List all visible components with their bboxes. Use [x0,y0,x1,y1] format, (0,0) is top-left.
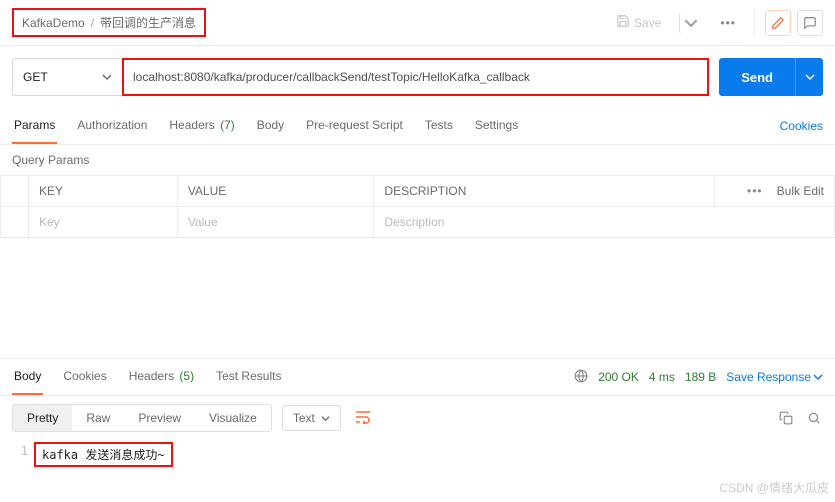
chevron-down-icon [321,414,330,423]
resp-tab-tests[interactable]: Test Results [214,359,283,395]
resp-tab-body[interactable]: Body [12,359,43,395]
tab-body[interactable]: Body [255,108,286,144]
search-icon [807,411,821,425]
th-key: KEY [29,176,178,207]
columns-options[interactable]: ••• [747,184,763,198]
wrap-icon [355,410,371,424]
url-input[interactable] [122,58,709,96]
query-params-title: Query Params [0,145,835,175]
network-icon[interactable] [574,369,588,386]
view-visualize[interactable]: Visualize [195,405,271,431]
tab-settings[interactable]: Settings [473,108,520,144]
tab-params[interactable]: Params [12,108,57,144]
chevron-down-icon [813,372,823,382]
chevron-down-icon [684,16,698,30]
status-code: 200 OK [598,370,639,384]
tab-headers[interactable]: Headers (7) [167,108,236,144]
save-dropdown[interactable] [679,12,702,34]
comment-icon [803,16,817,30]
response-size: 189 B [685,370,716,384]
chevron-down-icon [805,72,815,82]
pencil-icon [771,16,785,30]
key-input[interactable]: Key [29,207,178,238]
bulk-edit-link[interactable]: Bulk Edit [777,184,824,198]
view-preview[interactable]: Preview [124,405,195,431]
query-params-table: KEY VALUE DESCRIPTION ••• Bulk Edit Key … [0,175,835,238]
wrap-lines-button[interactable] [351,406,375,431]
table-row[interactable]: Key Value Description [1,207,835,238]
desc-input[interactable]: Description [374,207,835,238]
save-label: Save [634,16,661,30]
breadcrumb-collection[interactable]: KafkaDemo [22,16,85,30]
line-number: 1 [12,444,36,465]
save-response[interactable]: Save Response [726,370,823,384]
th-value: VALUE [177,176,374,207]
response-time: 4 ms [649,370,675,384]
breadcrumb-sep: / [91,16,94,30]
send-dropdown[interactable] [795,58,823,96]
cookies-link[interactable]: Cookies [780,119,823,133]
view-pretty[interactable]: Pretty [13,405,72,431]
copy-icon [779,411,793,425]
more-options[interactable]: ••• [712,12,744,34]
value-input[interactable]: Value [177,207,374,238]
save-button[interactable]: Save [608,10,669,35]
copy-button[interactable] [777,411,795,425]
th-desc: DESCRIPTION [374,176,715,207]
watermark: CSDN @情绪大瓜皮 [719,479,829,496]
view-raw[interactable]: Raw [72,405,124,431]
comment-button[interactable] [797,10,823,36]
response-line-1: kafka 发送消息成功~ [36,444,171,465]
dots-icon: ••• [720,16,736,30]
format-select[interactable]: Text [282,405,341,431]
edit-button[interactable] [765,10,791,36]
response-body[interactable]: 1 kafka 发送消息成功~ [0,440,835,477]
chevron-down-icon [102,72,112,82]
method-label: GET [23,70,48,84]
view-mode-segment: Pretty Raw Preview Visualize [12,404,272,432]
tab-authorization[interactable]: Authorization [75,108,149,144]
resp-tab-cookies[interactable]: Cookies [61,359,108,395]
breadcrumb[interactable]: KafkaDemo / 带回调的生产消息 [12,8,206,37]
send-button[interactable]: Send [719,58,795,96]
method-select[interactable]: GET [12,58,122,96]
resp-tab-headers[interactable]: Headers (5) [127,359,196,395]
save-icon [616,14,630,31]
tab-prerequest[interactable]: Pre-request Script [304,108,405,144]
tab-tests[interactable]: Tests [423,108,455,144]
search-button[interactable] [805,411,823,425]
breadcrumb-item[interactable]: 带回调的生产消息 [100,14,196,31]
